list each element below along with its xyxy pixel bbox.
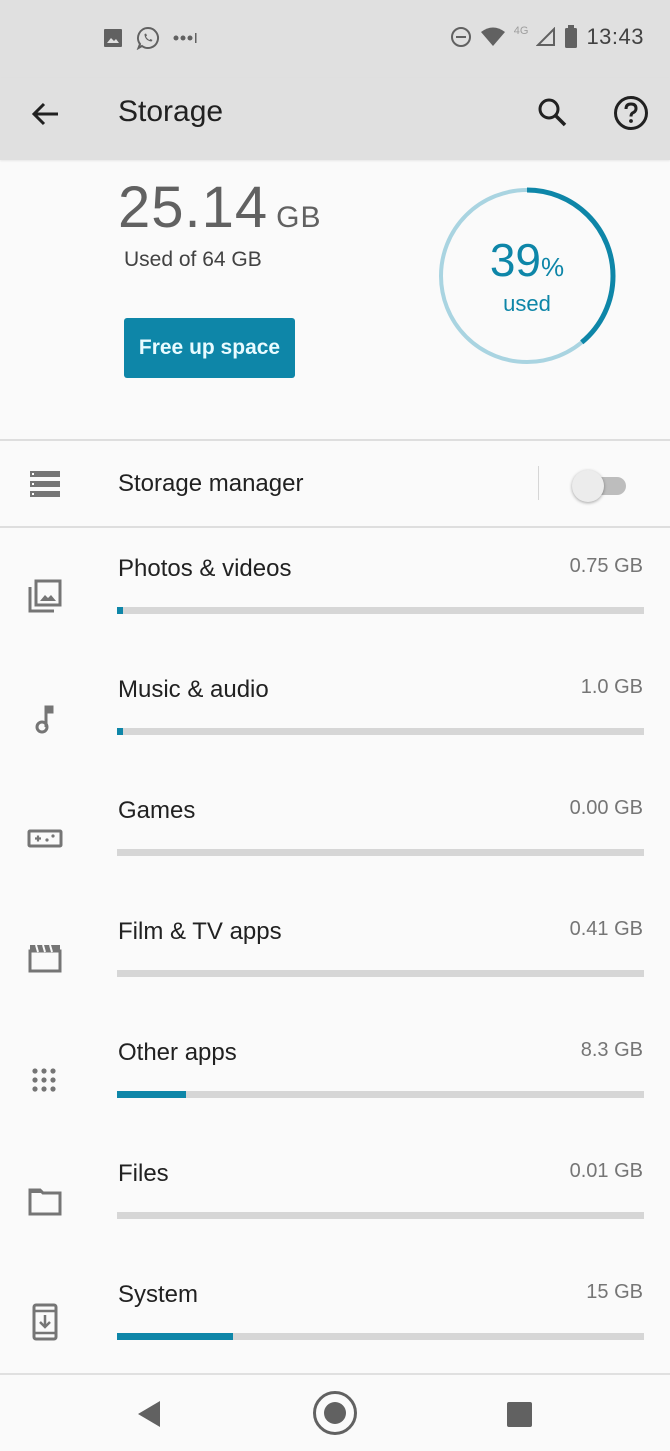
category-row-other-apps[interactable]: Other apps 8.3 GB: [0, 1025, 670, 1146]
more-notifications-icon: [173, 33, 197, 43]
category-usage-bar: [117, 728, 644, 735]
category-size: 0.75 GB: [569, 555, 643, 577]
percent-used: 39%: [436, 233, 618, 287]
category-usage-bar: [117, 1333, 644, 1340]
percent-sign: %: [541, 252, 565, 282]
storage-manager-row[interactable]: Storage manager: [0, 442, 670, 526]
category-size: 8.3 GB: [580, 1039, 643, 1061]
category-row-files[interactable]: Files 0.01 GB: [0, 1146, 670, 1267]
signal-icon: [536, 27, 556, 46]
category-row-film-tv[interactable]: Film & TV apps 0.41 GB: [0, 904, 670, 1025]
category-label: System: [118, 1281, 199, 1308]
whatsapp-icon: [136, 26, 159, 50]
storage-manager-label: Storage manager: [118, 470, 304, 497]
used-of-total: Used of 64 GB: [124, 248, 262, 271]
music-note-icon: [35, 705, 54, 734]
used-amount: 25.14 GB: [118, 174, 322, 241]
system-icons: 4G 13:43: [450, 24, 644, 50]
category-label: Music & audio: [118, 676, 269, 703]
category-label: Film & TV apps: [118, 918, 282, 945]
gamepad-icon: [27, 829, 63, 848]
page-title: Storage: [118, 95, 224, 128]
navigation-bar: [0, 1373, 670, 1451]
usage-bar-fill: [117, 1091, 186, 1098]
category-row-photos[interactable]: Photos & videos 0.75 GB: [0, 541, 670, 662]
category-usage-bar: [117, 1091, 644, 1098]
category-label: Games: [118, 797, 196, 824]
category-label: Photos & videos: [118, 555, 292, 582]
gallery-icon: [104, 29, 122, 47]
used-value: 25.14: [118, 175, 269, 240]
used-caption: used: [503, 291, 551, 316]
category-label: Other apps: [118, 1039, 237, 1066]
category-row-system[interactable]: System 15 GB: [0, 1267, 670, 1388]
storage-summary: 25.14 GB Used of 64 GB Free up space 39% …: [0, 160, 670, 440]
toggle-thumb: [572, 470, 604, 502]
usage-bar-fill: [117, 1333, 233, 1340]
category-usage-bar: [117, 849, 644, 856]
photo-library-icon: [28, 579, 62, 613]
home-nav-icon[interactable]: [312, 1390, 358, 1436]
percent-value: 39: [489, 234, 542, 286]
used-unit: GB: [276, 201, 322, 234]
vertical-separator: [538, 466, 539, 500]
battery-icon: [565, 25, 578, 48]
category-usage-bar: [117, 607, 644, 614]
help-icon[interactable]: [612, 94, 650, 132]
category-usage-bar: [117, 1212, 644, 1219]
notification-icons: [103, 26, 199, 50]
recents-nav-icon[interactable]: [507, 1402, 532, 1427]
search-icon[interactable]: [534, 94, 570, 130]
clock: 13:43: [586, 24, 644, 49]
category-usage-bar: [117, 970, 644, 977]
network-type-label: 4G: [513, 25, 529, 37]
category-size: 0.01 GB: [569, 1160, 643, 1182]
category-row-music[interactable]: Music & audio 1.0 GB: [0, 662, 670, 783]
back-nav-icon[interactable]: [136, 1399, 162, 1429]
usage-bar-fill: [117, 607, 124, 614]
storage-icon: [30, 471, 60, 497]
arrow-back-icon[interactable]: [28, 96, 64, 132]
movie-clapper-icon: [28, 944, 62, 973]
apps-grid-icon: [32, 1068, 56, 1092]
free-up-space-button[interactable]: Free up space: [124, 318, 295, 378]
folder-icon: [28, 1188, 62, 1216]
category-label: Files: [118, 1160, 169, 1187]
storage-manager-toggle[interactable]: [572, 470, 628, 502]
usage-donut: 39% used: [436, 185, 618, 367]
category-row-games[interactable]: Games 0.00 GB: [0, 783, 670, 904]
category-size: 0.00 GB: [569, 797, 643, 819]
status-bar: 4G 13:43: [0, 0, 670, 78]
divider: [0, 526, 670, 528]
wifi-icon: [480, 27, 505, 46]
app-bar: Storage: [0, 78, 670, 160]
category-size: 15 GB: [586, 1281, 643, 1303]
system-update-icon: [32, 1303, 58, 1341]
do-not-disturb-icon: [450, 27, 471, 47]
usage-bar-fill: [117, 728, 124, 735]
category-size: 0.41 GB: [569, 918, 643, 940]
divider: [0, 439, 670, 441]
category-size: 1.0 GB: [580, 676, 643, 698]
